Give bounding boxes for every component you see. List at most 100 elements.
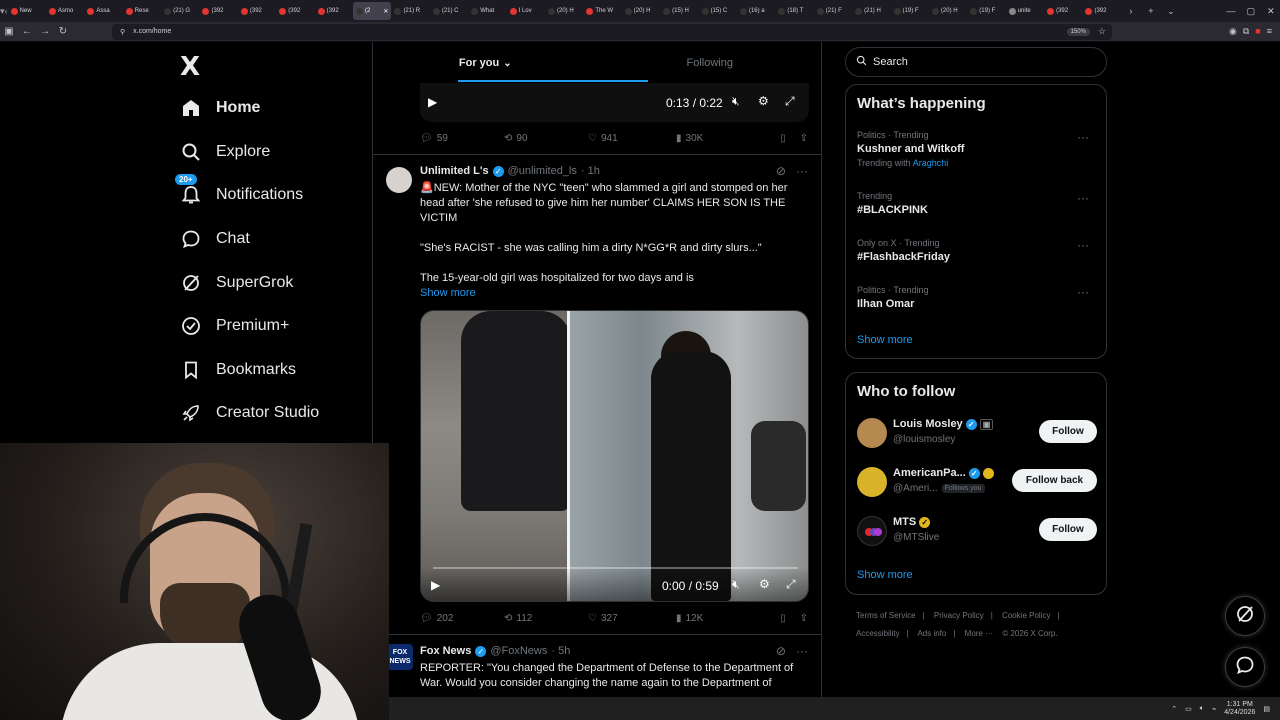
show-more-link[interactable]: Show more — [420, 287, 476, 299]
avatar[interactable] — [857, 516, 887, 546]
footer-terms-link[interactable]: Terms of Service — [856, 611, 916, 620]
share-icon[interactable]: ⇪ — [800, 133, 808, 144]
more-options-icon[interactable]: ··· — [1077, 285, 1089, 299]
browser-tab[interactable]: (21) C — [430, 2, 468, 20]
tab-following[interactable]: Following — [598, 42, 823, 84]
browser-tab[interactable]: (392 — [1044, 2, 1082, 20]
account-icon[interactable]: ◉ — [1229, 26, 1237, 37]
browser-tab[interactable]: (18) T — [775, 2, 813, 20]
avatar[interactable] — [857, 418, 887, 448]
browser-tab[interactable]: (19) F — [891, 2, 929, 20]
back-icon[interactable]: ← — [18, 26, 36, 37]
browser-tab[interactable]: (16) a — [737, 2, 775, 20]
footer-more-link[interactable]: More ··· — [965, 629, 993, 638]
follow-button[interactable]: Follow — [1039, 420, 1097, 443]
avatar[interactable]: FOX NEWS — [387, 644, 413, 670]
address-bar[interactable]: ⚲ x.com/home 150% ☆ — [112, 23, 1112, 40]
menu-icon[interactable]: ≡ — [1267, 26, 1272, 37]
tweet-time[interactable]: · 5h — [551, 645, 570, 657]
nav-home[interactable]: Home — [180, 93, 260, 123]
volume-icon[interactable]: 🔈︎ — [1200, 705, 1204, 713]
trend-item[interactable]: Politics · Trending Ilhan Omar ··· — [857, 285, 1097, 310]
trend-item[interactable]: Politics · Trending Kushner and Witkoff … — [857, 130, 1097, 168]
footer-accessibility-link[interactable]: Accessibility — [856, 629, 900, 638]
notification-center-icon[interactable]: ▤ — [1263, 705, 1270, 713]
grok-fab-button[interactable] — [1225, 596, 1265, 636]
nav-notifications[interactable]: 20+ Notifications — [175, 174, 303, 210]
browser-tab[interactable]: Asmo — [46, 2, 84, 20]
reload-icon[interactable]: ↻ — [54, 26, 72, 37]
bookmark-tweet-icon[interactable]: ▯ — [780, 133, 786, 144]
browser-tab[interactable]: (15) H — [660, 2, 698, 20]
play-icon[interactable]: ▶ — [431, 578, 440, 592]
browser-tab[interactable]: (21) F — [814, 2, 852, 20]
browser-tab[interactable]: unite — [1006, 2, 1044, 20]
fullscreen-icon[interactable]: ⤢ — [786, 577, 796, 592]
mute-icon[interactable]: 🔇︎ — [732, 577, 740, 592]
follow-suggestion[interactable]: MTS ✓ @MTSlive Follow — [857, 516, 1097, 548]
follow-button[interactable]: Follow — [1039, 518, 1097, 541]
author-name[interactable]: Fox News — [420, 645, 471, 657]
like-button[interactable]: ♡ 327 — [588, 613, 676, 624]
browser-tab[interactable]: (21) R — [391, 2, 429, 20]
like-button[interactable]: ♡ 941 — [588, 133, 676, 144]
browser-tab[interactable]: (392 — [1082, 2, 1120, 20]
tweet1-video[interactable]: ▶ 0:13 / 0:22 🔇︎ ⚙ ⤢ — [420, 83, 809, 122]
bookmark-star-icon[interactable]: ☆ — [1098, 26, 1106, 37]
browser-tab[interactable]: The W — [583, 2, 621, 20]
browser-tab[interactable]: (20) H — [622, 2, 660, 20]
extensions-icon[interactable]: ⧉ — [1243, 26, 1249, 37]
tweet-time[interactable]: · 1h — [581, 165, 600, 177]
browser-tab[interactable]: What — [468, 2, 506, 20]
browser-tab[interactable]: New — [8, 2, 46, 20]
views-button[interactable]: ▮ 30K — [676, 133, 766, 144]
nav-explore[interactable]: Explore — [180, 137, 270, 167]
browser-tab[interactable]: (2 ✕ — [353, 2, 392, 20]
forward-icon[interactable]: → — [36, 26, 54, 37]
author-handle[interactable]: @unlimited_ls — [508, 165, 577, 177]
grok-tweet-icon[interactable]: ⊘ — [776, 164, 786, 178]
more-options-icon[interactable]: ··· — [1077, 238, 1089, 252]
tray-chevron-icon[interactable]: ⌃ — [1171, 705, 1177, 713]
share-icon[interactable]: ⇪ — [800, 613, 808, 624]
footer-privacy-link[interactable]: Privacy Policy — [934, 611, 984, 620]
maximize-icon[interactable]: ▢ — [1241, 6, 1261, 17]
x-logo[interactable]: X — [180, 52, 200, 82]
trend-with-link[interactable]: Araghchi — [913, 158, 949, 168]
trend-item[interactable]: Only on X · Trending #FlashbackFriday ··… — [857, 238, 1097, 263]
tab-scroll-right-icon[interactable]: › — [1121, 6, 1141, 16]
close-window-icon[interactable]: ✕ — [1261, 6, 1280, 17]
nav-creator-studio[interactable]: Creator Studio — [180, 398, 319, 428]
browser-tab[interactable]: (20) H — [929, 2, 967, 20]
follow-back-button[interactable]: Follow back — [1012, 469, 1097, 492]
footer-cookie-link[interactable]: Cookie Policy — [1002, 611, 1050, 620]
more-options-icon[interactable]: ··· — [796, 644, 808, 658]
search-input[interactable]: Search — [845, 47, 1107, 77]
close-tab-icon[interactable]: ✕ — [383, 8, 388, 15]
mute-icon[interactable]: 🔇︎ — [732, 94, 740, 109]
browser-tab[interactable]: Rese — [123, 2, 161, 20]
browser-tab[interactable]: (20) H — [545, 2, 583, 20]
site-info-icon[interactable]: ⚲ — [120, 28, 125, 36]
bookmark-tweet-icon[interactable]: ▯ — [780, 613, 786, 624]
extension-red-icon[interactable]: ■ — [1255, 26, 1260, 37]
grok-tweet-icon[interactable]: ⊘ — [776, 644, 786, 658]
display-icon[interactable]: ▭ — [1185, 705, 1192, 713]
who-show-more-link[interactable]: Show more — [857, 569, 913, 581]
reply-button[interactable]: 💬︎ 202 — [420, 613, 504, 624]
browser-tab[interactable]: I Lov — [507, 2, 545, 20]
browser-tab[interactable]: Assa — [84, 2, 122, 20]
tab-overflow-icon[interactable]: ⌄ — [1161, 6, 1181, 17]
nav-chat[interactable]: Chat — [180, 224, 250, 254]
browser-tab[interactable]: (19) F — [967, 2, 1005, 20]
more-options-icon[interactable]: ··· — [1077, 130, 1089, 144]
browser-tab[interactable]: (21) G — [161, 2, 199, 20]
fullscreen-icon[interactable]: ⤢ — [785, 94, 795, 109]
zoom-indicator[interactable]: 150% — [1066, 27, 1090, 36]
settings-icon[interactable]: ⚙ — [758, 94, 769, 108]
clock[interactable]: 1:31 PM 4/24/2026 — [1224, 701, 1255, 717]
more-options-icon[interactable]: ··· — [1077, 191, 1089, 205]
nav-supergrok[interactable]: SuperGrok — [180, 268, 293, 298]
browser-tab[interactable]: (15) C — [699, 2, 737, 20]
avatar[interactable] — [386, 167, 412, 193]
